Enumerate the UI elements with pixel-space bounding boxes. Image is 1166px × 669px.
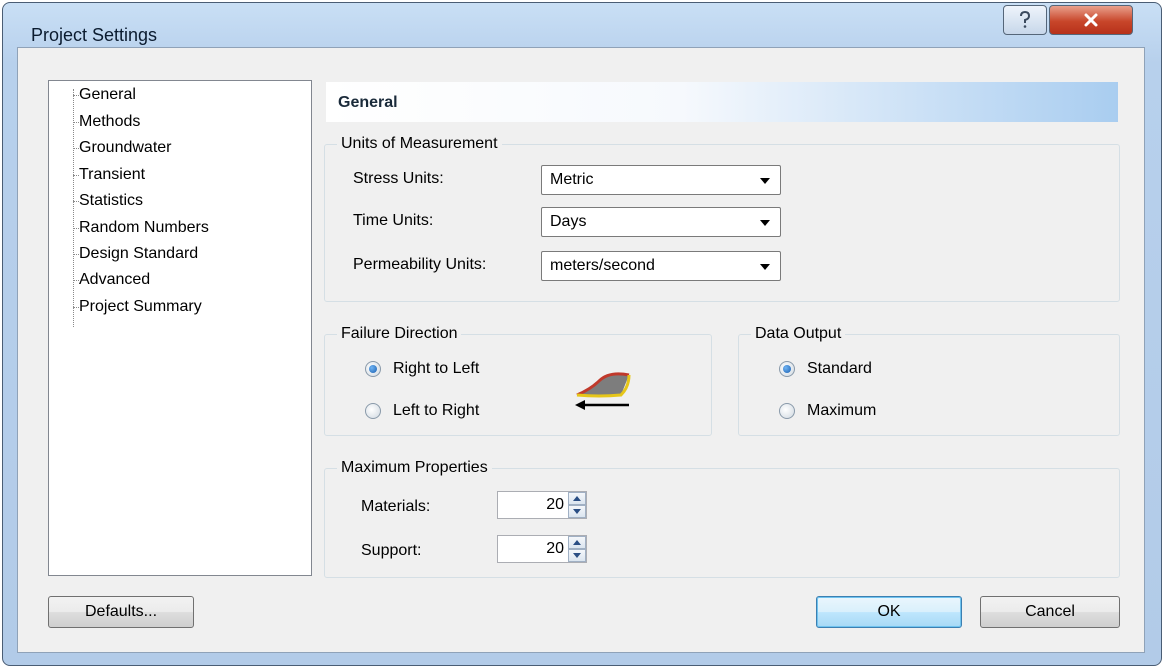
panel-header-title: General <box>338 94 398 111</box>
slope-failure-direction-icon <box>575 372 631 410</box>
left-to-right-label[interactable]: Left to Right <box>393 401 479 421</box>
permeability-units-label: Permeability Units: <box>353 256 487 273</box>
standard-label[interactable]: Standard <box>807 359 872 379</box>
support-spinner[interactable]: 20 <box>497 535 587 563</box>
right-to-left-label[interactable]: Right to Left <box>393 359 479 379</box>
tree-item-general[interactable]: General <box>79 85 136 105</box>
tree-item-random-numbers[interactable]: Random Numbers <box>79 218 209 238</box>
window-title: Project Settings <box>31 25 158 45</box>
ok-button[interactable]: OK <box>816 596 962 628</box>
spin-down-icon[interactable] <box>568 549 586 562</box>
maximum-label[interactable]: Maximum <box>807 401 876 421</box>
data-output-group: Data Output Standard Maximum <box>738 324 1120 436</box>
tree-item-transient[interactable]: Transient <box>79 165 145 185</box>
tree-item-advanced[interactable]: Advanced <box>79 270 150 290</box>
question-mark-icon <box>1020 11 1031 28</box>
tree-item-statistics[interactable]: Statistics <box>79 191 143 211</box>
tree-item-project-summary[interactable]: Project Summary <box>79 297 202 317</box>
support-label: Support: <box>361 542 422 559</box>
panel-header: General <box>326 82 1118 122</box>
chevron-down-icon <box>760 178 770 184</box>
materials-label: Materials: <box>361 498 431 515</box>
left-to-right-radio[interactable] <box>365 403 381 419</box>
settings-tree: General Methods Groundwater Transient St… <box>48 80 312 576</box>
chevron-down-icon <box>760 264 770 270</box>
tree-item-methods[interactable]: Methods <box>79 112 140 132</box>
permeability-units-select[interactable]: meters/second <box>541 251 781 281</box>
failure-direction-group: Failure Direction Right to Left Left to … <box>324 324 712 436</box>
units-of-measurement-group: Units of Measurement Stress Units: Metri… <box>324 134 1120 302</box>
stress-units-value: Metric <box>550 171 594 188</box>
maximum-radio[interactable] <box>779 403 795 419</box>
help-button[interactable] <box>1003 5 1047 35</box>
maximum-properties-group: Maximum Properties Materials: 20 Support… <box>324 458 1120 578</box>
permeability-units-value: meters/second <box>550 257 655 274</box>
failure-group-title: Failure Direction <box>337 324 462 344</box>
materials-spin-buttons <box>568 492 586 518</box>
project-settings-window: Project Settings General Methods Groundw… <box>2 2 1162 666</box>
spin-up-icon[interactable] <box>568 492 586 505</box>
right-to-left-radio[interactable] <box>365 361 381 377</box>
support-spin-buttons <box>568 536 586 562</box>
tree-item-groundwater[interactable]: Groundwater <box>79 138 172 158</box>
defaults-button[interactable]: Defaults... <box>48 596 194 628</box>
time-units-label: Time Units: <box>353 212 434 229</box>
time-units-select[interactable]: Days <box>541 207 781 237</box>
chevron-down-icon <box>760 220 770 226</box>
units-group-title: Units of Measurement <box>337 134 502 154</box>
materials-value: 20 <box>546 496 564 513</box>
dialog-client-area: General Methods Groundwater Transient St… <box>17 47 1145 653</box>
tree-item-design-standard[interactable]: Design Standard <box>79 244 198 264</box>
support-value: 20 <box>546 540 564 557</box>
spin-down-icon[interactable] <box>568 505 586 518</box>
standard-radio[interactable] <box>779 361 795 377</box>
close-x-icon <box>1084 13 1098 27</box>
time-units-value: Days <box>550 213 587 230</box>
close-button[interactable] <box>1049 5 1133 35</box>
tree-connector <box>73 89 74 327</box>
materials-spinner[interactable]: 20 <box>497 491 587 519</box>
maximum-properties-title: Maximum Properties <box>337 458 492 478</box>
spin-up-icon[interactable] <box>568 536 586 549</box>
stress-units-label: Stress Units: <box>353 170 444 187</box>
stress-units-select[interactable]: Metric <box>541 165 781 195</box>
cancel-button[interactable]: Cancel <box>980 596 1120 628</box>
data-output-group-title: Data Output <box>751 324 846 344</box>
